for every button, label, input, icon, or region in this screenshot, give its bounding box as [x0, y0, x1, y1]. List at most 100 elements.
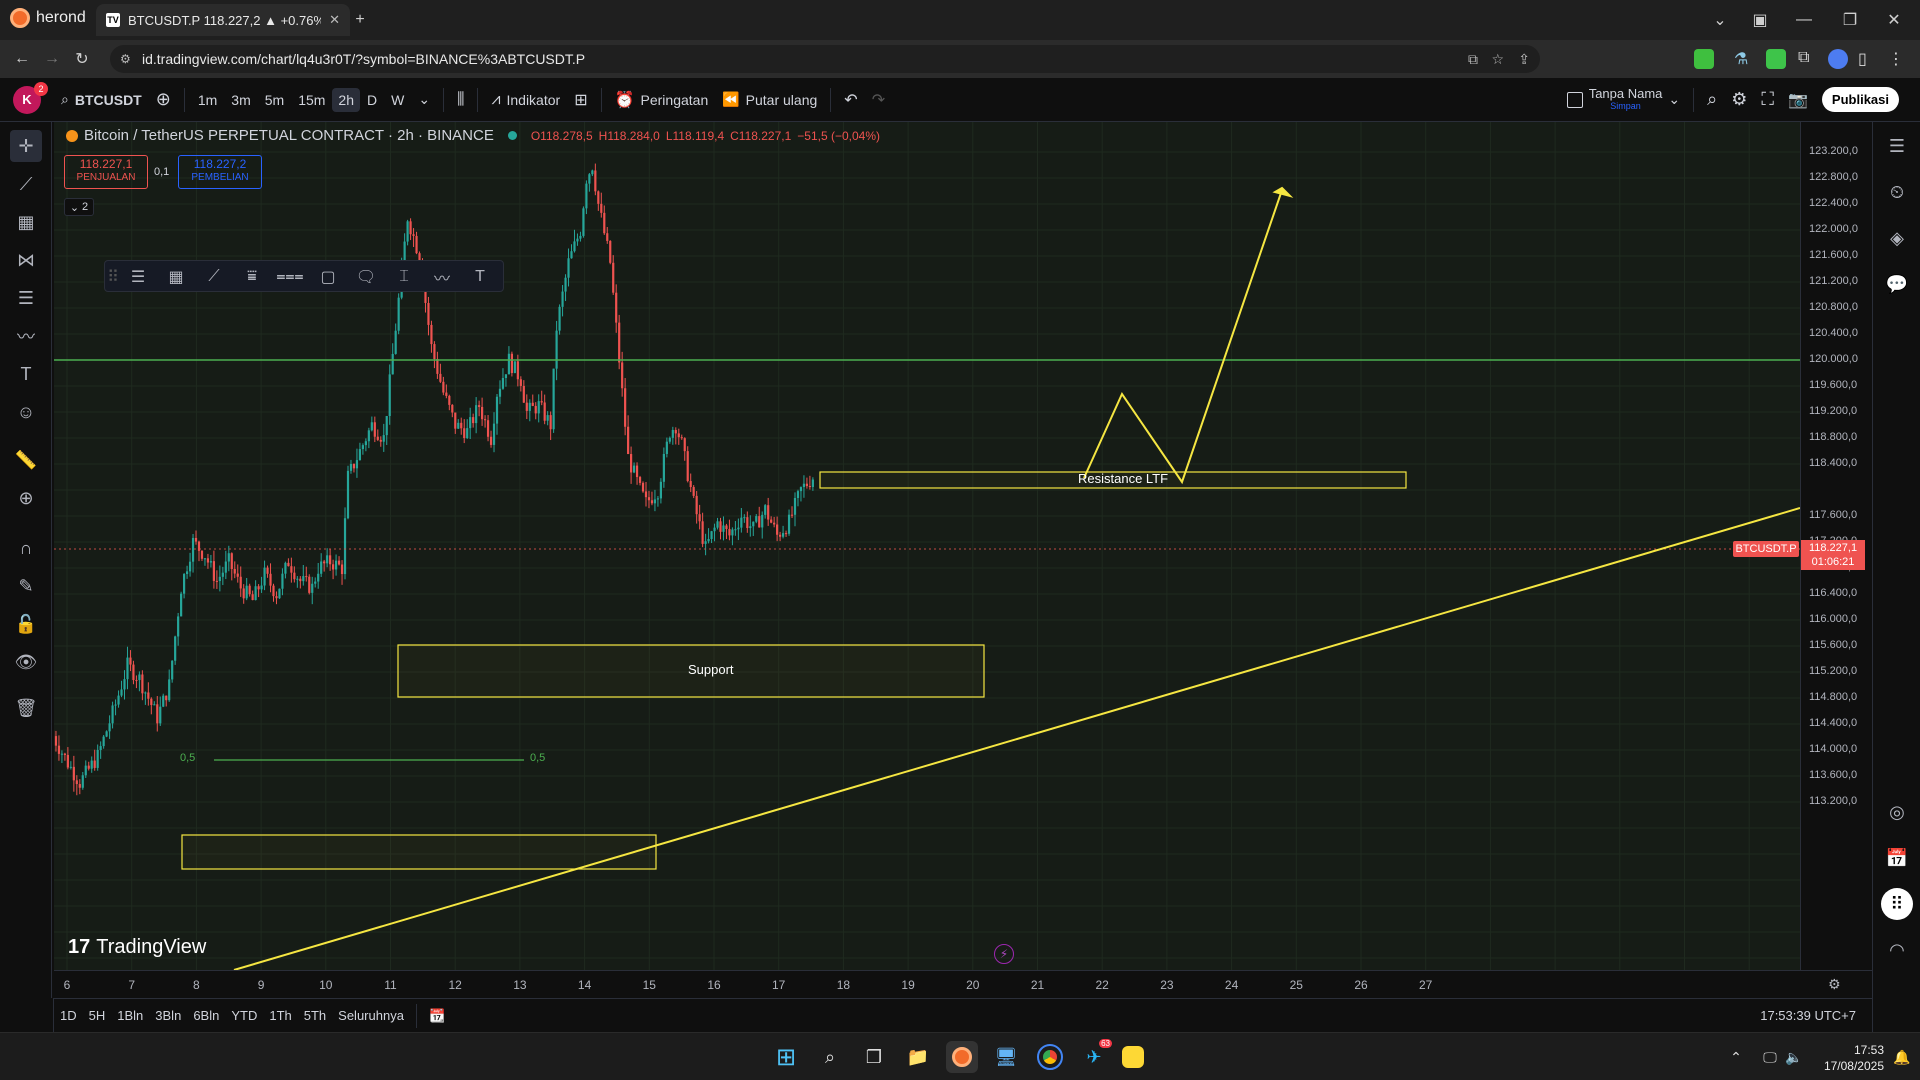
grid-table-icon[interactable]: ▦ — [163, 264, 189, 290]
price-scale[interactable]: 123.200,0 122.800,0 122.400,0 122.000,0 121.… — [1733, 122, 1872, 970]
range-5h[interactable]: 5H — [83, 1008, 112, 1023]
close-window-button[interactable]: ✕ — [1880, 6, 1908, 34]
range-3bln[interactable]: 3Bln — [149, 1008, 187, 1023]
legend-title[interactable]: Bitcoin / TetherUS PERPETUAL CONTRACT · … — [84, 127, 494, 144]
eye-tool-icon[interactable]: 👁 — [10, 646, 42, 678]
redo-button[interactable]: ↷ — [865, 90, 892, 110]
window-tile-icon[interactable]: ▣ — [1746, 6, 1774, 34]
interval-1m[interactable]: 1m — [191, 92, 224, 108]
interval-dropdown-chevron-icon[interactable]: ⌄ — [411, 91, 437, 108]
interval-5m[interactable]: 5m — [258, 92, 291, 108]
interval-3m[interactable]: 3m — [224, 92, 257, 108]
regression-channel-icon[interactable]: ⩶ — [276, 264, 303, 290]
quick-search-button[interactable]: ⌕ — [1700, 89, 1724, 110]
chart-pane[interactable]: Support Resistance LTF 0,5 0,5 Bitcoin /… — [54, 122, 1800, 970]
fib-grid-tool-icon[interactable]: ▦ — [10, 206, 42, 238]
text-tool-icon[interactable]: T — [10, 358, 42, 390]
user-avatar[interactable]: K 2 — [0, 81, 54, 114]
chart-drawings[interactable] — [54, 186, 1800, 970]
chart-canvas[interactable] — [54, 122, 1800, 970]
calendar-icon[interactable]: 📅 — [1881, 842, 1913, 874]
range-1bln[interactable]: 1Bln — [111, 1008, 149, 1023]
interval-2h[interactable]: 2h — [332, 87, 360, 112]
windows-start-icon[interactable]: ⊞ — [770, 1041, 802, 1073]
bookmark-star-icon[interactable]: ☆ — [1491, 51, 1504, 68]
goto-date-calendar-icon[interactable]: 📆 — [423, 1008, 451, 1024]
range-6bln[interactable]: 6Bln — [187, 1008, 225, 1023]
scale-settings-gear-icon[interactable]: ⚙ — [1828, 976, 1841, 993]
share-icon[interactable]: ⇪ — [1518, 51, 1530, 68]
tab-list-chevron-icon[interactable]: ⌄ — [1706, 6, 1734, 34]
fullscreen-button[interactable]: ⛶ — [1754, 89, 1781, 110]
trendline-tool-icon[interactable]: ⟋ — [10, 168, 42, 200]
range-1d[interactable]: 1D — [54, 1008, 83, 1023]
minimize-button[interactable]: — — [1790, 6, 1818, 34]
watchlist-icon[interactable]: ☰ — [1881, 130, 1913, 162]
layout-button[interactable]: Tanpa Nama Simpan ⌄ — [1560, 87, 1687, 112]
shield-extension-icon[interactable] — [1694, 49, 1714, 69]
browser-tab-active[interactable]: TV BTCUSDT.P 118.227,2 ▲ +0.76% T ✕ — [96, 4, 350, 36]
interval-w[interactable]: W — [384, 92, 411, 108]
chat-icon[interactable]: 💬 — [1881, 268, 1913, 300]
lightning-icon[interactable]: ⚡ — [994, 944, 1014, 964]
compare-symbol-button[interactable]: ⊕ — [149, 89, 178, 110]
puzzle-extension-icon[interactable]: ⧉ — [1798, 49, 1818, 69]
publish-button[interactable]: Publikasi — [1815, 87, 1906, 112]
new-tab-button[interactable]: + — [346, 6, 374, 34]
templates-button[interactable]: ⊞ — [567, 90, 594, 110]
price-range-icon[interactable]: ⌶ — [391, 264, 417, 290]
sell-button[interactable]: 118.227,1 PENJUALAN — [64, 155, 148, 189]
demand-zone-box[interactable] — [181, 834, 657, 870]
buy-button[interactable]: 118.227,2 PEMBELIAN — [178, 155, 262, 189]
alerts-clock-icon[interactable]: ⏲ — [1881, 176, 1913, 208]
drag-handle-icon[interactable]: ⠿ — [107, 264, 119, 290]
task-view-icon[interactable]: ❐ — [858, 1041, 890, 1073]
signal-icon[interactable]: ◠ — [1881, 934, 1913, 966]
indicator-collapse-button[interactable]: ⌄ 2 — [64, 198, 94, 216]
range-all[interactable]: Seluruhnya — [332, 1008, 410, 1023]
file-explorer-icon[interactable]: 📁 — [902, 1041, 934, 1073]
interval-d[interactable]: D — [360, 92, 384, 108]
trash-tool-icon[interactable]: 🗑 — [10, 692, 42, 724]
rectangle-icon[interactable]: ▢ — [315, 264, 341, 290]
lock-tool-icon[interactable]: 🔓 — [10, 608, 42, 640]
time-scale[interactable]: 6 7 8 9 10 11 12 13 14 15 16 17 18 19 20 21 22 23 24 25 26 27… — [54, 970, 1872, 998]
green-extension-icon[interactable] — [1766, 49, 1786, 69]
sticky-notes-icon[interactable] — [1122, 1046, 1144, 1068]
site-info-icon[interactable]: ⚙ — [120, 52, 131, 66]
range-1th[interactable]: 1Th — [263, 1008, 297, 1023]
telegram-icon[interactable]: ✈ 63 — [1078, 1039, 1112, 1073]
brush-tool-icon[interactable]: 〰 — [10, 320, 42, 352]
url-field[interactable]: ⚙ id.tradingview.com/chart/lq4u3r0T/?sym… — [110, 45, 1540, 73]
forecast-tool-icon[interactable]: ☰ — [10, 282, 42, 314]
reload-icon[interactable]: ↻ — [68, 45, 96, 73]
magnet-tool-icon[interactable]: ∩ — [10, 532, 42, 564]
interval-15m[interactable]: 15m — [291, 92, 332, 108]
tradingview-watermark[interactable]: 17 TradingView — [68, 936, 206, 959]
hlines-icon[interactable]: ☰ — [125, 264, 151, 290]
undo-button[interactable]: ↶ — [837, 90, 864, 110]
herond-taskbar-icon[interactable] — [946, 1041, 978, 1073]
path-icon[interactable]: 〰 — [429, 264, 455, 290]
range-ytd[interactable]: YTD — [225, 1008, 263, 1023]
utc-clock[interactable]: 17:53:39 UTC+7 — [1754, 1008, 1862, 1023]
ascending-trendline[interactable] — [233, 507, 1800, 970]
parallel-channel-icon[interactable]: ⩸ — [239, 264, 265, 290]
settings-button[interactable]: ⚙ — [1724, 89, 1754, 110]
system-clock[interactable]: 17:53 17/08/2025 — [1812, 1042, 1884, 1074]
callout-icon[interactable]: 🗨 — [353, 264, 379, 290]
tray-chevron-up-icon[interactable]: ⌃ — [1720, 1041, 1752, 1073]
ruler-tool-icon[interactable]: 📏 — [10, 444, 42, 476]
chart-type-button[interactable]: ⫼ — [450, 91, 471, 109]
replay-button[interactable]: ⏪ Putar ulang — [715, 91, 824, 108]
zoom-in-tool-icon[interactable]: ⊕ — [10, 482, 42, 514]
indicators-button[interactable]: ⩘ Indikator — [484, 91, 567, 109]
apps-grid-icon[interactable]: ⠿ — [1881, 888, 1913, 920]
range-5th[interactable]: 5Th — [298, 1008, 332, 1023]
notification-center-bell-icon[interactable]: 🔔 — [1886, 1041, 1918, 1073]
alerts-button[interactable]: ⏰ Peringatan — [608, 90, 716, 110]
text-icon[interactable]: T — [467, 264, 493, 290]
pattern-tool-icon[interactable]: ⋈ — [10, 244, 42, 276]
speedometer-icon[interactable]: ◎ — [1881, 796, 1913, 828]
tab-close-icon[interactable]: ✕ — [329, 12, 340, 28]
